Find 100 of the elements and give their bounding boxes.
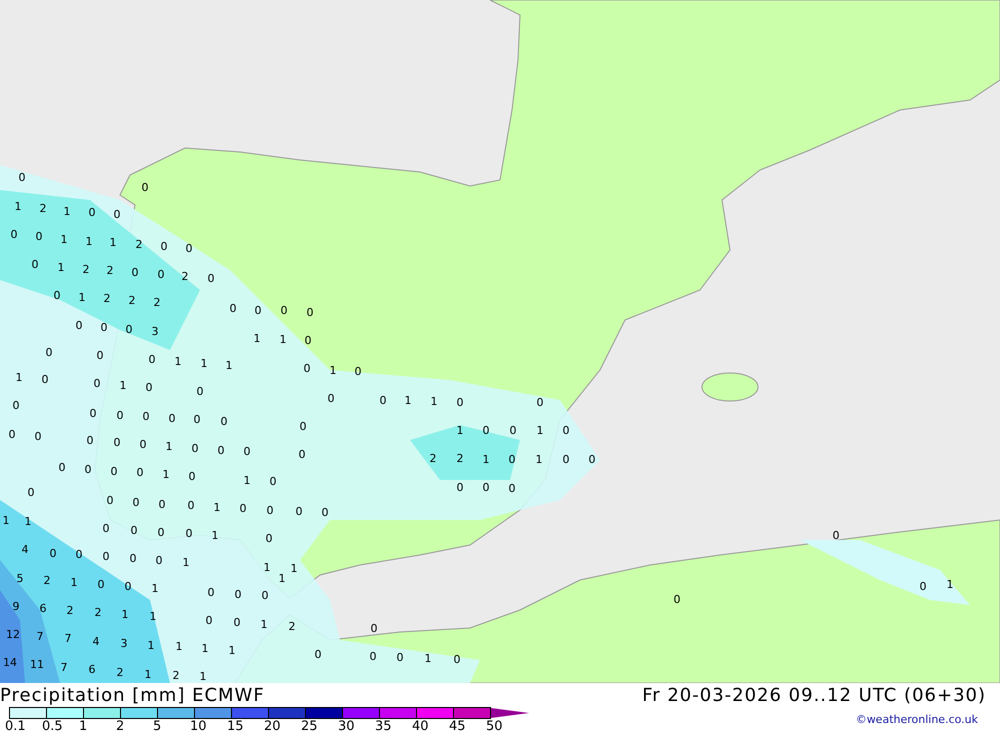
- precipitation-value: 9: [12, 600, 20, 613]
- precipitation-value: 0: [114, 436, 120, 449]
- scale-label: 10: [190, 719, 207, 733]
- precipitation-value: 0: [94, 377, 100, 390]
- scale-label: 2: [116, 719, 124, 733]
- precipitation-value: 0: [188, 470, 196, 483]
- precipitation-value: 0: [136, 466, 144, 479]
- precipitation-value: 1: [58, 261, 64, 274]
- precipitation-value: 0: [674, 593, 680, 606]
- precipitation-value: 0: [482, 424, 490, 437]
- precipitation-value: 0: [18, 171, 26, 184]
- precipitation-value: 0: [266, 504, 274, 517]
- precipitation-value: 0: [208, 586, 214, 599]
- precipitation-value: 6: [88, 663, 96, 676]
- precipitation-value: 0: [304, 362, 310, 375]
- precipitation-value: 0: [126, 323, 132, 336]
- precipitation-value: 0: [114, 208, 120, 221]
- precipitation-value: 1: [202, 642, 208, 655]
- precipitation-value: 1: [110, 236, 116, 249]
- precipitation-value: 2: [106, 264, 114, 277]
- precipitation-value: 1: [120, 379, 126, 392]
- precipitation-value: 1: [16, 371, 22, 384]
- precipitation-value: 7: [60, 661, 68, 674]
- precipitation-value: 0: [206, 614, 212, 627]
- precipitation-value: 0: [34, 430, 42, 443]
- precipitation-value: 1: [64, 205, 70, 218]
- precipitation-value: 1: [278, 572, 286, 585]
- precipitation-value: 2: [116, 666, 124, 679]
- precipitation-value: 1: [174, 355, 182, 368]
- precipitation-value: 1: [456, 424, 464, 437]
- precipitation-value: 1: [78, 291, 86, 304]
- precipitation-value: 0: [100, 321, 108, 334]
- precipitation-value: 2: [456, 452, 464, 465]
- precipitation-value: 0: [102, 550, 110, 563]
- precipitation-value: 1: [254, 332, 260, 345]
- precipitation-value: 0: [186, 527, 192, 540]
- precipitation-value: 2: [40, 202, 46, 215]
- precipitation-value: 0: [86, 434, 94, 447]
- precipitation-value: 0: [194, 413, 200, 426]
- island: [702, 372, 758, 402]
- precipitation-value: 4: [22, 543, 28, 556]
- precipitation-value: 1: [228, 644, 236, 657]
- precipitation-value: 0: [322, 506, 328, 519]
- precipitation-value: 0: [12, 399, 20, 412]
- precipitation-value: 2: [430, 452, 436, 465]
- precipitation-value: 0: [196, 385, 204, 398]
- precipitation-value: 0: [46, 346, 52, 359]
- scale-label: 5: [153, 719, 162, 733]
- precipitation-value: 0: [130, 552, 136, 565]
- scale-label: 15: [227, 719, 244, 733]
- map-title: Precipitation [mm] ECMWF: [0, 684, 265, 706]
- precipitation-value: 0: [124, 580, 132, 593]
- valid-time: Fr 20-03-2026 09..12 UTC (06+30): [642, 684, 986, 706]
- precipitation-value: 1: [946, 578, 954, 591]
- precipitation-value: 1: [330, 364, 336, 377]
- precipitation-value: 12: [6, 628, 20, 641]
- precipitation-value: 0: [508, 453, 516, 466]
- precipitation-value: 2: [154, 296, 160, 309]
- precipitation-value: 1: [212, 529, 218, 542]
- scale-label: 1: [79, 719, 88, 733]
- precipitation-value: 7: [64, 632, 72, 645]
- precipitation-value: 0: [354, 365, 362, 378]
- precipitation-value: 1: [424, 652, 432, 665]
- precipitation-value: 0: [96, 349, 104, 362]
- precipitation-value: 0: [456, 481, 464, 494]
- precipitation-value: 0: [168, 412, 176, 425]
- precipitation-value: 0: [508, 482, 516, 495]
- precipitation-value: 2: [128, 294, 136, 307]
- scale-label: 0.1: [5, 719, 26, 733]
- precipitation-value: 1: [14, 200, 22, 213]
- precipitation-value: 0: [234, 588, 242, 601]
- precipitation-value: 0: [832, 529, 840, 542]
- precipitation-value: 1: [24, 515, 32, 528]
- scale-label: 0.5: [42, 719, 63, 733]
- precipitation-value: 3: [120, 637, 128, 650]
- precipitation-value: 1: [176, 640, 182, 653]
- precipitation-value: 0: [32, 258, 38, 271]
- precipitation-value: 1: [60, 233, 68, 246]
- precipitation-value: 0: [396, 651, 404, 664]
- precipitation-value: 2: [104, 292, 110, 305]
- precipitation-value: 0: [54, 289, 60, 302]
- precipitation-value: 0: [102, 522, 110, 535]
- precipitation-value: 0: [296, 505, 302, 518]
- precipitation-value: 5: [16, 572, 24, 585]
- credit-text: ©weatheronline.co.uk: [856, 713, 978, 726]
- precipitation-value: 0: [254, 304, 262, 317]
- precipitation-value: 0: [84, 463, 92, 476]
- precipitation-value: 0: [536, 396, 544, 409]
- scale-label: 30: [338, 719, 355, 733]
- precipitation-value: 0: [370, 650, 376, 663]
- precipitation-value: 0: [380, 394, 386, 407]
- precipitation-value: 1: [150, 610, 156, 623]
- precipitation-value: 0: [10, 228, 18, 241]
- precipitation-value: 0: [588, 453, 596, 466]
- precipitation-value: 0: [8, 428, 16, 441]
- precipitation-value: 14: [3, 656, 17, 669]
- precipitation-value: 0: [90, 407, 96, 420]
- precipitation-value: 11: [30, 658, 44, 671]
- precipitation-value: 0: [298, 448, 306, 461]
- precipitation-value: 0: [58, 461, 66, 474]
